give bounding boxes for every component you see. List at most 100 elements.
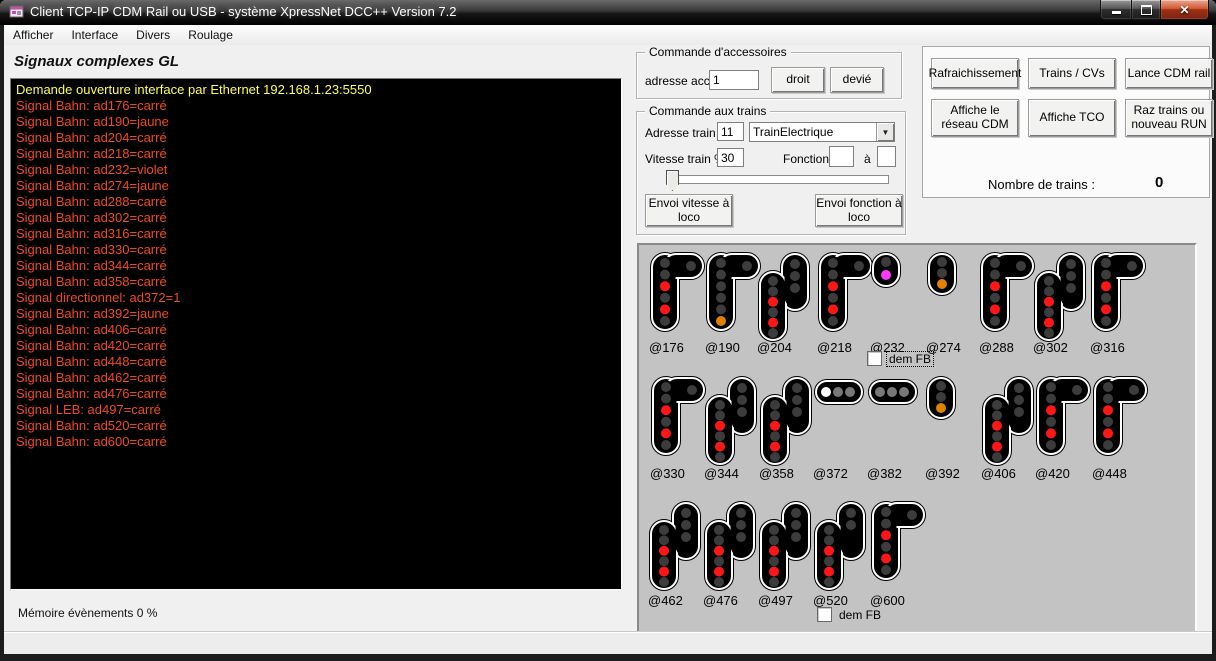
signal-420 (1034, 374, 1096, 465)
menu-item-roulage[interactable]: Roulage (179, 26, 242, 44)
adresse-acc-input[interactable] (709, 70, 759, 90)
memory-status: Mémoire évènements 0 % (18, 606, 157, 620)
window-title: Client TCP-IP CDM Rail ou USB - système … (30, 4, 457, 19)
speed-slider-track[interactable] (669, 175, 889, 184)
signal-358 (758, 374, 816, 473)
console-line: Signal Bahn: ad330=carré (16, 242, 621, 258)
signal-274 (925, 250, 959, 303)
signal-204 (756, 250, 814, 349)
signal-462 (647, 499, 705, 598)
signal-label-600: @600 (870, 593, 905, 608)
dem-fb-1: dem FB (867, 351, 933, 366)
signal-label-372: @372 (813, 466, 848, 481)
dem-fb-checkbox[interactable] (817, 607, 832, 622)
signal-label-302: @302 (1033, 340, 1068, 355)
signal-label-358: @358 (759, 466, 794, 481)
menu-item-divers[interactable]: Divers (127, 26, 179, 44)
console-line: Signal Bahn: ad288=carré (16, 194, 621, 210)
dem-fb-checkbox[interactable] (867, 351, 882, 366)
signal-372 (812, 377, 866, 412)
dem-fb-2: dem FB (817, 607, 883, 622)
event-console: Demande ouverture interface par Ethernet… (10, 78, 622, 590)
signal-label-316: @316 (1090, 340, 1125, 355)
console-line: Signal Bahn: ad176=carré (16, 98, 621, 114)
signal-label-176: @176 (649, 340, 684, 355)
app-icon (9, 4, 25, 20)
train-count-value: 0 (1155, 174, 1163, 191)
maximize-button[interactable] (1132, 0, 1160, 20)
signal-label-330: @330 (650, 466, 685, 481)
signal-label-190: @190 (705, 340, 740, 355)
chevron-down-icon[interactable]: ▼ (876, 123, 894, 141)
vitesse-train-label: Vitesse train % (645, 152, 725, 166)
fonction-label: Fonction: (783, 152, 832, 166)
signal-406 (980, 374, 1038, 473)
signal-176 (648, 250, 710, 341)
console-line: Signal LEB: ad497=carré (16, 402, 621, 418)
dem-fb-label: dem FB (837, 608, 883, 622)
signal-302 (1032, 250, 1090, 349)
signal-344 (703, 374, 761, 473)
lance-cdm-rail-button[interactable]: Lance CDM rail (1125, 58, 1213, 89)
control-buttons-grid: RafraichissementTrains / CVsLance CDM ra… (931, 58, 1204, 137)
fonction-input[interactable] (829, 146, 854, 167)
console-line: Signal Bahn: ad358=carré (16, 274, 621, 290)
signal-label-288: @288 (979, 340, 1014, 355)
menu-bar: AfficherInterfaceDiversRoulage (4, 25, 1212, 46)
trains-cvs-button[interactable]: Trains / CVs (1028, 58, 1116, 89)
signal-316 (1089, 250, 1151, 341)
affiche-le-r-seau-cdm-button[interactable]: Affiche le réseau CDM (931, 99, 1019, 137)
adresse-acc-label: adresse acc (645, 74, 710, 88)
control-panel: Rafraichissement Trains / CVs Lance CDM ra… (922, 46, 1210, 198)
close-icon: ✕ (1179, 4, 1189, 16)
fonction-to-input[interactable] (877, 146, 896, 167)
console-line: Signal Bahn: ad232=violet (16, 162, 621, 178)
console-line: Signal Bahn: ad204=carré (16, 130, 621, 146)
signal-label-406: @406 (981, 466, 1016, 481)
signal-232 (869, 250, 903, 295)
console-line: Signal Bahn: ad520=carré (16, 418, 621, 434)
console-line: Signal Bahn: ad392=jaune (16, 306, 621, 322)
signal-label-392: @392 (925, 466, 960, 481)
rafraichissement-button[interactable]: Rafraichissement (931, 58, 1019, 89)
client-area: Signaux complexes GL Demande ouverture i… (4, 45, 1212, 631)
menu-item-interface[interactable]: Interface (62, 26, 127, 44)
devie-button[interactable]: devié (830, 67, 884, 93)
console-line: Signal Bahn: ad476=carré (16, 386, 621, 402)
window-border-bottom (0, 653, 1216, 661)
title-bar[interactable]: Client TCP-IP CDM Rail ou USB - système … (0, 0, 1216, 25)
envoi-vitesse-button[interactable]: Envoi vitesse à loco (645, 194, 733, 227)
droit-button[interactable]: droit (771, 67, 825, 93)
group-accessoires-title: Commande d'accessoires (645, 45, 791, 59)
adresse-train-label: Adresse train : (645, 126, 722, 140)
minimize-button[interactable] (1100, 0, 1132, 20)
signal-label-382: @382 (867, 466, 902, 481)
envoi-fonction-button[interactable]: Envoi fonction à loco (815, 194, 903, 227)
signal-panel: @176@190@204@218@232@274@288@302@316@330… (637, 243, 1197, 634)
adresse-train-input[interactable] (717, 122, 744, 141)
signal-476 (702, 499, 760, 598)
vitesse-train-input[interactable] (717, 148, 744, 167)
close-button[interactable]: ✕ (1160, 0, 1209, 20)
page-title: Signaux complexes GL (14, 53, 179, 70)
signal-label-344: @344 (704, 466, 739, 481)
console-line: Signal Bahn: ad406=carré (16, 322, 621, 338)
speed-slider-thumb[interactable] (666, 170, 679, 191)
console-line: Signal Bahn: ad302=carré (16, 210, 621, 226)
affiche-tco-button[interactable]: Affiche TCO (1028, 99, 1116, 137)
train-select-value: TrainElectrique (750, 125, 876, 139)
signal-label-204: @204 (757, 340, 792, 355)
signal-label-218: @218 (817, 340, 852, 355)
signal-label-420: @420 (1035, 466, 1070, 481)
train-select[interactable]: TrainElectrique ▼ (749, 122, 895, 142)
console-line: Signal Bahn: ad420=carré (16, 338, 621, 354)
status-strip (4, 631, 1212, 654)
a-label: à (864, 152, 871, 166)
group-accessoires: Commande d'accessoires adresse acc droit… (636, 52, 902, 99)
raz-trains-ou-nouveau-run-button[interactable]: Raz trains ou nouveau RUN (1125, 99, 1213, 137)
minimize-icon (1112, 11, 1121, 14)
signal-382 (866, 377, 920, 412)
signal-label-476: @476 (703, 593, 738, 608)
menu-item-afficher[interactable]: Afficher (4, 26, 62, 44)
signal-label-497: @497 (758, 593, 793, 608)
